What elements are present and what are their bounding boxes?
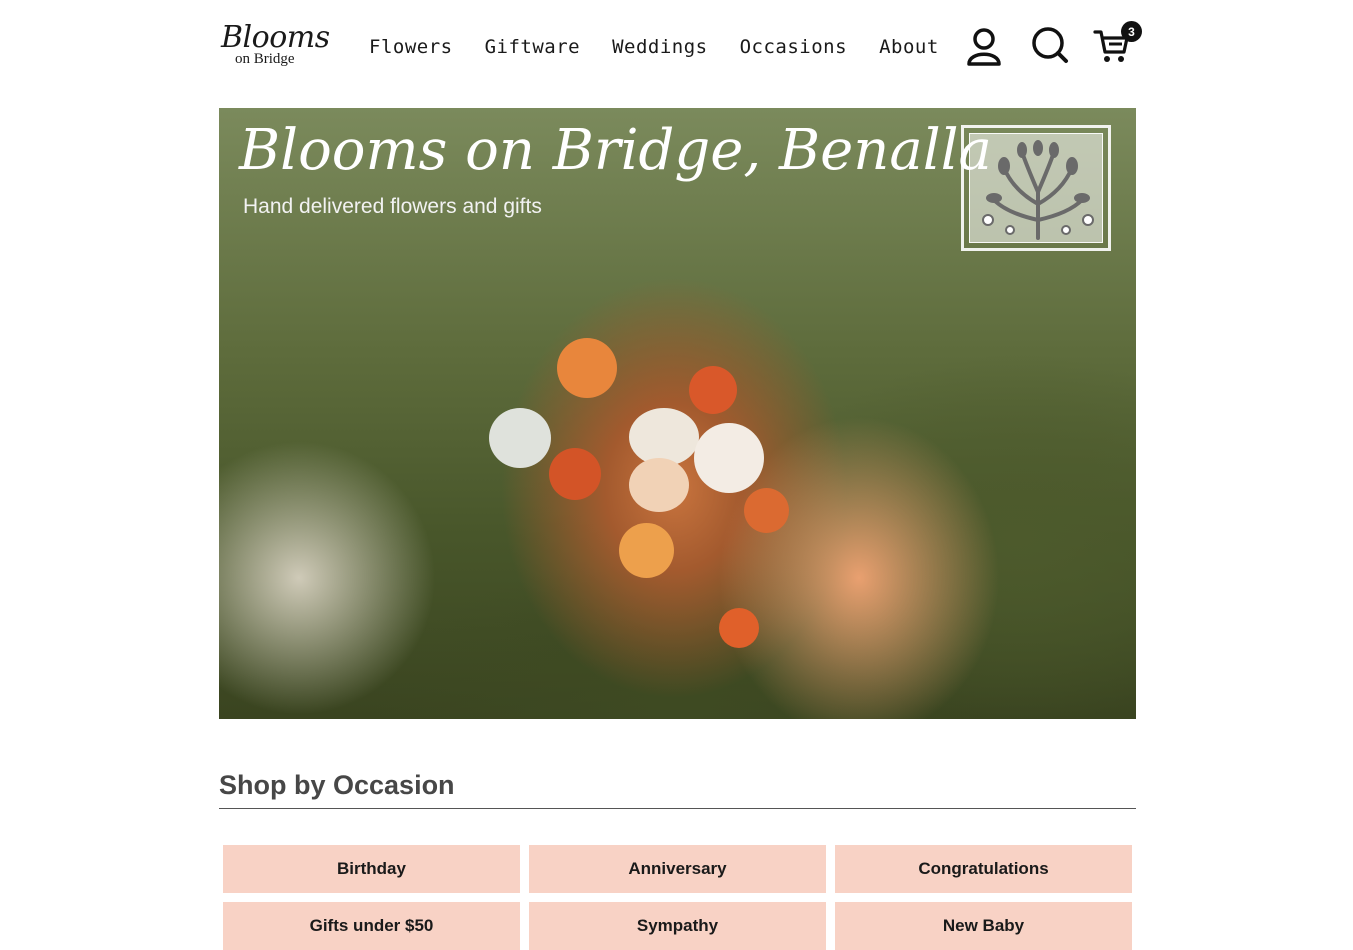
hero-banner: Blooms on Bridge, Benalla Hand delivered… — [219, 108, 1136, 719]
hero-photo-bloom — [629, 458, 689, 512]
hero-photo-bloom — [549, 448, 601, 500]
hero-title: Blooms on Bridge, Benalla — [239, 118, 992, 183]
occasion-grid: Birthday Anniversary Congratulations Gif… — [223, 845, 1132, 950]
search-icon[interactable] — [1030, 24, 1070, 68]
nav-giftware[interactable]: Giftware — [485, 36, 581, 58]
site-logo[interactable]: Blooms on Bridge — [219, 20, 330, 72]
occasion-birthday[interactable]: Birthday — [223, 845, 520, 893]
nav-about[interactable]: About — [879, 36, 939, 58]
main-nav: Flowers Giftware Weddings Occasions Abou… — [369, 36, 939, 58]
nav-occasions[interactable]: Occasions — [740, 36, 847, 58]
hero-photo-bloom — [694, 423, 764, 493]
nav-flowers[interactable]: Flowers — [369, 36, 453, 58]
site-header: Blooms on Bridge Flowers Giftware Weddin… — [219, 0, 1142, 95]
occasion-congratulations[interactable]: Congratulations — [835, 845, 1132, 893]
occasion-new-baby[interactable]: New Baby — [835, 902, 1132, 950]
cart-count-badge: 3 — [1121, 21, 1142, 42]
nav-weddings[interactable]: Weddings — [612, 36, 708, 58]
hero-photo-bloom — [719, 608, 759, 648]
hero-photo-bloom — [629, 408, 699, 466]
occasion-gifts-under-50[interactable]: Gifts under $50 — [223, 902, 520, 950]
logo-wordmark: Blooms — [221, 20, 330, 55]
occasion-sympathy[interactable]: Sympathy — [529, 902, 826, 950]
tree-emblem-icon — [961, 125, 1111, 251]
hero-photo-bloom — [557, 338, 617, 398]
logo-subtitle: on Bridge — [235, 51, 295, 67]
section-heading: Shop by Occasion — [219, 770, 455, 800]
hero-photo-bloom — [619, 523, 674, 578]
section-divider — [219, 808, 1136, 809]
emblem-panel — [969, 133, 1103, 243]
hero-photo-bloom — [689, 366, 737, 414]
hero-photo-bloom — [744, 488, 789, 533]
hero-photo-bloom — [489, 408, 551, 468]
hero-subtitle: Hand delivered flowers and gifts — [243, 195, 542, 218]
user-icon[interactable] — [964, 24, 1004, 68]
occasion-anniversary[interactable]: Anniversary — [529, 845, 826, 893]
